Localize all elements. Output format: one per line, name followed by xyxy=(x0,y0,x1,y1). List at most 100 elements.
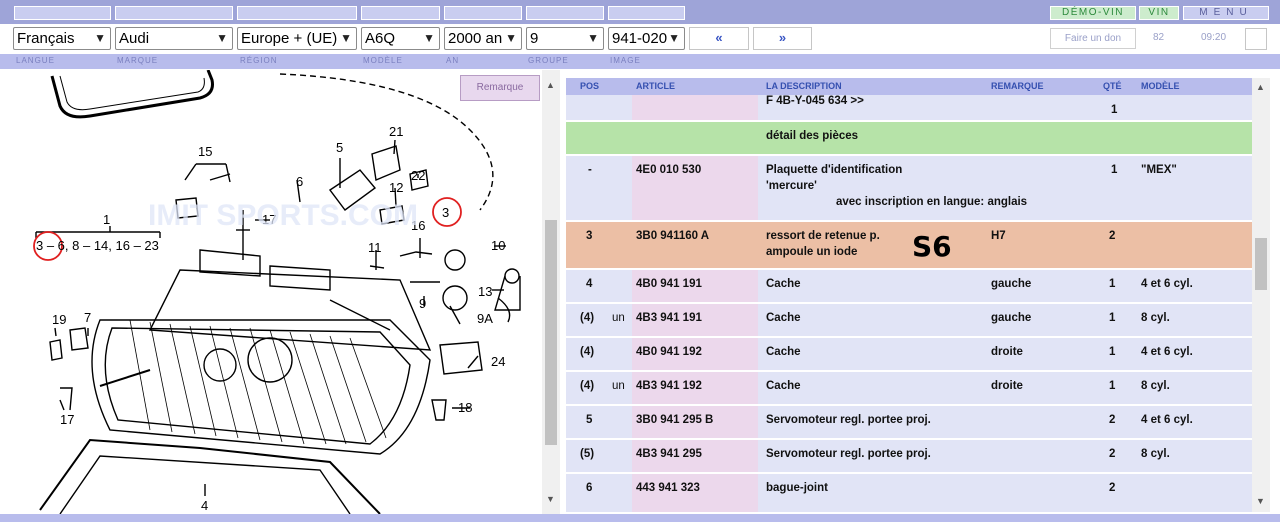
brand-select[interactable]: Audi ▼ xyxy=(115,27,233,50)
language-select[interactable]: Français ▼ xyxy=(13,27,111,50)
model-cell: 8 cyl. xyxy=(1141,448,1170,460)
prefix-cell: un xyxy=(612,312,625,324)
prefix-cell: un xyxy=(612,380,625,392)
svg-text:3: 3 xyxy=(442,205,449,220)
extra-box[interactable] xyxy=(1245,28,1267,50)
group-select[interactable]: 9 ▼ xyxy=(526,27,604,50)
region-select[interactable]: Europe + (UE) ▼ xyxy=(237,27,357,50)
top-slot-7[interactable] xyxy=(608,6,685,20)
top-slot-3[interactable] xyxy=(237,6,357,20)
group-value: 9 xyxy=(530,30,539,47)
model-value: A6Q xyxy=(365,30,396,47)
description-cell: Servomoteur regl. portee proj. xyxy=(766,414,931,426)
section-title: détail des pièces xyxy=(766,130,859,142)
description-cell: F 4B-Y-045 634 >> xyxy=(766,95,864,107)
pos-cell: (4) xyxy=(580,380,595,392)
svg-text:15: 15 xyxy=(198,144,212,159)
table-row[interactable]: 6 443 941 323 bague-joint 2 xyxy=(566,474,1252,512)
table-row-highlighted[interactable]: 3 3B0 941160 A ressort de retenue p. amp… xyxy=(566,222,1252,268)
remark-cell: H7 xyxy=(991,230,1006,242)
chevron-down-icon: ▼ xyxy=(94,31,106,45)
description-cell: Cache xyxy=(766,346,801,358)
scroll-down-icon[interactable]: ▼ xyxy=(1256,496,1265,506)
pos-cell: (5) xyxy=(580,448,595,460)
article-number: 4B3 941 191 xyxy=(636,312,702,324)
qty-cell: 2 xyxy=(1109,448,1116,460)
selector-labels: LANGUE MARQUE RÉGION MODÈLE AN GROUPE IM… xyxy=(0,54,1280,69)
parts-table: POS ARTICLE LA DESCRIPTION REMARQUE QTÉ … xyxy=(566,78,1252,512)
scroll-down-icon[interactable]: ▼ xyxy=(546,494,555,504)
svg-text:6: 6 xyxy=(296,174,303,189)
top-slot-2[interactable] xyxy=(115,6,233,20)
chevron-down-icon: ▼ xyxy=(587,31,599,45)
table-row[interactable]: détail des pièces xyxy=(566,122,1252,154)
chevron-down-icon: ▼ xyxy=(216,31,228,45)
model-cell: 4 et 6 cyl. xyxy=(1141,346,1193,358)
prev-image-button[interactable]: « xyxy=(689,27,749,50)
region-value: Europe + (UE) xyxy=(241,30,338,47)
label-region: RÉGION xyxy=(240,56,278,65)
table-row[interactable]: 4 4B0 941 191 Cache gauche 1 4 et 6 cyl. xyxy=(566,270,1252,302)
brand-value: Audi xyxy=(119,30,150,47)
header-remark: REMARQUE xyxy=(991,81,1044,91)
table-row[interactable]: (4) un 4B3 941 192 Cache droite 1 8 cyl. xyxy=(566,372,1252,404)
top-slot-6[interactable] xyxy=(526,6,604,20)
article-number: 3B0 941 295 B xyxy=(636,414,714,426)
table-row[interactable]: F 4B-Y-045 634 >> 1 xyxy=(566,95,1252,120)
image-select[interactable]: 941-020 ▼ xyxy=(608,27,685,50)
table-row[interactable]: (5) 4B3 941 295 Servomoteur regl. portee… xyxy=(566,440,1252,472)
pos-cell: 6 xyxy=(586,482,593,494)
watermark: IMIT SPORTS.COM xyxy=(148,199,418,232)
chevron-down-icon: ▼ xyxy=(423,31,435,45)
model-select[interactable]: A6Q ▼ xyxy=(361,27,440,50)
top-bar: DÉMO-VIN VIN MENU xyxy=(0,0,1280,24)
vin-button[interactable]: VIN xyxy=(1139,6,1179,20)
top-slot-5[interactable] xyxy=(444,6,522,20)
chevron-down-icon: ▼ xyxy=(668,31,680,45)
article-number: 4E0 010 530 xyxy=(636,164,702,176)
top-slot-1[interactable] xyxy=(14,6,111,20)
scroll-up-icon[interactable]: ▲ xyxy=(1256,82,1265,92)
remark-cell: gauche xyxy=(991,278,1032,290)
donate-button[interactable]: Faire un don xyxy=(1050,28,1136,49)
qty-cell: 1 xyxy=(1109,312,1116,324)
remark-cell: gauche xyxy=(991,312,1032,324)
table-row[interactable]: (4) un 4B3 941 191 Cache gauche 1 8 cyl. xyxy=(566,304,1252,336)
table-row[interactable]: (4) 4B0 941 192 Cache droite 1 4 et 6 cy… xyxy=(566,338,1252,370)
svg-text:24: 24 xyxy=(491,354,505,369)
qty-cell: 2 xyxy=(1109,482,1116,494)
next-image-button[interactable]: » xyxy=(753,27,812,50)
model-cell: 8 cyl. xyxy=(1141,380,1170,392)
chevron-down-icon: ▼ xyxy=(505,31,517,45)
table-row[interactable]: - 4E0 010 530 Plaquette d'identification… xyxy=(566,156,1252,220)
remark-button[interactable]: Remarque xyxy=(460,75,540,101)
qty-cell: 2 xyxy=(1109,230,1116,242)
top-slot-4[interactable] xyxy=(361,6,440,20)
qty-cell: 2 xyxy=(1109,414,1116,426)
annotation-overlay: S6 xyxy=(912,230,952,263)
year-select[interactable]: 2000 an ▼ xyxy=(444,27,522,50)
table-row[interactable]: 5 3B0 941 295 B Servomoteur regl. portee… xyxy=(566,406,1252,438)
scroll-up-icon[interactable]: ▲ xyxy=(546,80,555,90)
svg-text:18: 18 xyxy=(458,400,472,415)
svg-text:9: 9 xyxy=(419,296,426,311)
diagram-scrollbar[interactable]: ▲ ▼ xyxy=(542,70,560,514)
demo-vin-button[interactable]: DÉMO-VIN xyxy=(1050,6,1136,20)
description-cell: Cache xyxy=(766,312,801,324)
table-header: POS ARTICLE LA DESCRIPTION REMARQUE QTÉ … xyxy=(566,78,1252,95)
scroll-thumb[interactable] xyxy=(1255,238,1267,290)
parts-diagram[interactable]: 21 5 15 6 12 22 3 1 17 16 10 11 9 13 9A … xyxy=(0,70,540,514)
table-scrollbar[interactable]: ▲ ▼ xyxy=(1252,78,1270,512)
headlight-exploded-diagram: 21 5 15 6 12 22 3 1 17 16 10 11 9 13 9A … xyxy=(33,70,521,514)
parts-catalog-app: DÉMO-VIN VIN MENU Français ▼ Audi ▼ Europe… xyxy=(0,0,1280,522)
article-number: 4B0 941 191 xyxy=(636,278,702,290)
scroll-thumb[interactable] xyxy=(545,220,557,445)
article-number: 4B3 941 192 xyxy=(636,380,702,392)
language-value: Français xyxy=(17,30,75,47)
description-cell: bague-joint xyxy=(766,482,828,494)
menu-button[interactable]: MENU xyxy=(1183,6,1269,20)
header-description: LA DESCRIPTION xyxy=(766,81,842,91)
label-marque: MARQUE xyxy=(117,56,159,65)
svg-text:3 – 6, 8 – 14, 16 – 23: 3 – 6, 8 – 14, 16 – 23 xyxy=(36,238,159,253)
header-article: ARTICLE xyxy=(636,81,675,91)
